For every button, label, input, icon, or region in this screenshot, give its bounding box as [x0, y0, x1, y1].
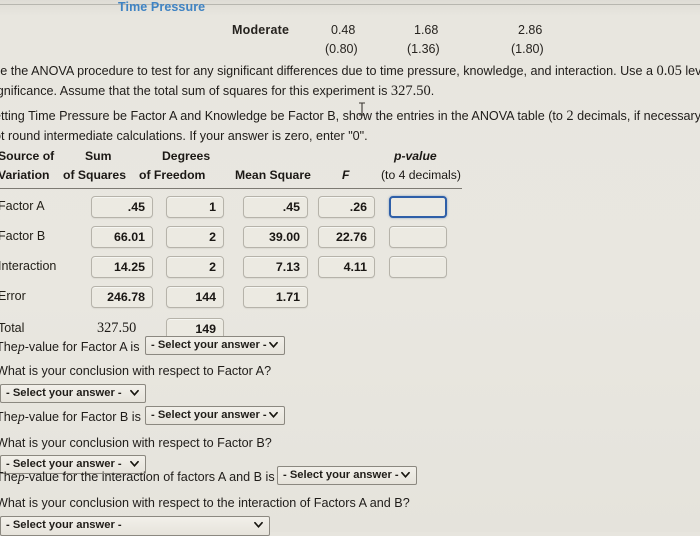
- mean-square-input-factor-a[interactable]: [243, 196, 308, 218]
- header-rule: [0, 188, 462, 189]
- degrees-of-freedom-input-interaction[interactable]: [166, 256, 224, 278]
- f-statistic-input-factor-a[interactable]: [318, 196, 375, 218]
- text-cursor-icon: [359, 102, 365, 116]
- table-row: Factor B: [0, 226, 470, 256]
- select-p-value-interaction[interactable]: - Select your answer -: [277, 466, 417, 485]
- total-sum-squares-value: 327.50: [390, 83, 431, 99]
- header-source-l2: Variation: [0, 168, 50, 182]
- q1-prefix: The: [0, 340, 18, 354]
- q3-prefix: The: [0, 410, 18, 424]
- page-root: Time Pressure Moderate 0.48 1.68 2.86 (0…: [0, 0, 700, 536]
- header-p-value-decimals: (to 4 decimals): [381, 168, 461, 182]
- select-conclusion-factor-a-label: - Select your answer -: [6, 387, 122, 399]
- q1-text: -value for Factor A is: [24, 340, 140, 354]
- question-conclusion-factor-a: What is your conclusion with respect to …: [0, 364, 272, 378]
- p-value-input-factor-b[interactable]: [389, 226, 447, 248]
- q5-prefix: The: [0, 470, 18, 484]
- sum-of-squares-input-factor-a[interactable]: [91, 196, 153, 218]
- instruction-line-1-text: se the ANOVA procedure to test for any s…: [0, 64, 653, 78]
- instruction-line-1-tail: level of: [685, 64, 700, 78]
- row-label-error: Error: [0, 289, 26, 303]
- f-statistic-input-factor-b[interactable]: [318, 226, 375, 248]
- header-degrees-l2: of Freedom: [139, 168, 206, 182]
- header-sum-l1: Sum: [85, 149, 112, 163]
- instruction-line-3-text: etting Time Pressure be Factor A and Kno…: [0, 109, 563, 123]
- instruction-line-2: ignificance. Assume that the total sum o…: [0, 81, 700, 102]
- q3-p-italic: p: [17, 410, 25, 425]
- moderate-sd-1: (0.80): [325, 42, 358, 56]
- chevron-down-icon: [401, 470, 410, 479]
- mean-square-input-factor-b[interactable]: [243, 226, 308, 248]
- total-sum-of-squares-value: 327.50: [97, 320, 137, 336]
- instruction-line-4: ot round intermediate calculations. If y…: [0, 129, 368, 143]
- select-conclusion-interaction-label: - Select your answer -: [6, 519, 122, 531]
- question-conclusion-factor-b: What is your conclusion with respect to …: [0, 436, 272, 450]
- question-conclusion-interaction: What is your conclusion with respect to …: [0, 496, 410, 510]
- decimals-value: 2: [566, 108, 574, 124]
- select-p-value-interaction-label: - Select your answer -: [283, 469, 399, 481]
- significance-level-value: 0.05: [656, 63, 682, 79]
- question-p-value-factor-b: Thep-value for Factor B is: [0, 408, 141, 427]
- sum-of-squares-input-error[interactable]: [91, 286, 153, 308]
- question-p-value-interaction: Thep-value for the interaction of factor…: [0, 468, 275, 487]
- moderate-sd-3: (1.80): [511, 42, 544, 56]
- q5-text: -value for the interaction of factors A …: [24, 470, 275, 484]
- table-row: Factor A: [0, 196, 470, 226]
- select-conclusion-factor-a[interactable]: - Select your answer -: [0, 384, 146, 403]
- anova-table: Source of Variation Sum of Squares Degre…: [0, 148, 470, 340]
- degrees-of-freedom-input-factor-b[interactable]: [166, 226, 224, 248]
- sum-of-squares-input-factor-b[interactable]: [91, 226, 153, 248]
- top-divider: [0, 4, 700, 5]
- header-degrees-l1: Degrees: [162, 149, 211, 163]
- q3-text: -value for Factor B is: [24, 410, 141, 424]
- table-row: Interaction: [0, 256, 470, 286]
- chevron-down-icon: [269, 410, 278, 419]
- row-label-total: Total: [0, 321, 25, 335]
- header-p-value: p-value: [394, 149, 437, 163]
- degrees-of-freedom-input-factor-a[interactable]: [166, 196, 224, 218]
- chevron-down-icon: [254, 520, 263, 529]
- mean-square-input-interaction[interactable]: [243, 256, 308, 278]
- header-f: F: [342, 168, 350, 182]
- header-mean-square: Mean Square: [235, 168, 311, 182]
- anova-table-header: Source of Variation Sum of Squares Degre…: [0, 148, 470, 186]
- q5-p-italic: p: [17, 470, 25, 485]
- degrees-of-freedom-input-error[interactable]: [166, 286, 224, 308]
- row-label-factor-b: Factor B: [0, 229, 46, 243]
- select-p-value-factor-a[interactable]: - Select your answer -: [145, 336, 285, 355]
- question-p-value-factor-a: Thep-value for Factor A is: [0, 338, 140, 357]
- instruction-line-2-tail: .: [430, 84, 435, 98]
- time-pressure-group-label: Time Pressure: [118, 0, 206, 14]
- instruction-line-2-text: ignificance. Assume that the total sum o…: [0, 84, 388, 98]
- select-p-value-factor-b[interactable]: - Select your answer -: [145, 406, 285, 425]
- instruction-line-3: etting Time Pressure be Factor A and Kno…: [0, 106, 700, 127]
- instruction-line-3-tail: decimals, if necessary). Do: [577, 109, 700, 123]
- chevron-down-icon: [130, 459, 139, 468]
- p-value-input-interaction[interactable]: [389, 256, 447, 278]
- moderate-mean-1: 0.48: [331, 23, 356, 37]
- f-statistic-input-interaction[interactable]: [318, 256, 375, 278]
- moderate-sd-2: (1.36): [407, 42, 440, 56]
- q1-p-italic: p: [17, 340, 25, 355]
- row-label-interaction: Interaction: [0, 259, 57, 273]
- table-row: Error: [0, 286, 470, 316]
- chevron-down-icon: [130, 388, 139, 397]
- moderate-means-row: Moderate 0.48 1.68 2.86: [0, 23, 700, 42]
- moderate-mean-2: 1.68: [414, 23, 439, 37]
- moderate-row-label: Moderate: [232, 23, 290, 37]
- select-p-value-factor-b-label: - Select your answer -: [151, 409, 267, 421]
- sum-of-squares-input-interaction[interactable]: [91, 256, 153, 278]
- select-conclusion-interaction[interactable]: - Select your answer -: [0, 516, 270, 536]
- header-sum-l2: of Squares: [63, 168, 126, 182]
- mean-square-input-error[interactable]: [243, 286, 308, 308]
- select-p-value-factor-a-label: - Select your answer -: [151, 339, 267, 351]
- chevron-down-icon: [269, 340, 278, 349]
- moderate-mean-3: 2.86: [518, 23, 543, 37]
- instruction-line-1: se the ANOVA procedure to test for any s…: [0, 61, 700, 82]
- header-source-l1: Source of: [0, 149, 55, 163]
- moderate-stddev-row: (0.80) (1.36) (1.80): [0, 42, 700, 61]
- p-value-input-factor-a[interactable]: [389, 196, 447, 218]
- row-label-factor-a: Factor A: [0, 199, 45, 213]
